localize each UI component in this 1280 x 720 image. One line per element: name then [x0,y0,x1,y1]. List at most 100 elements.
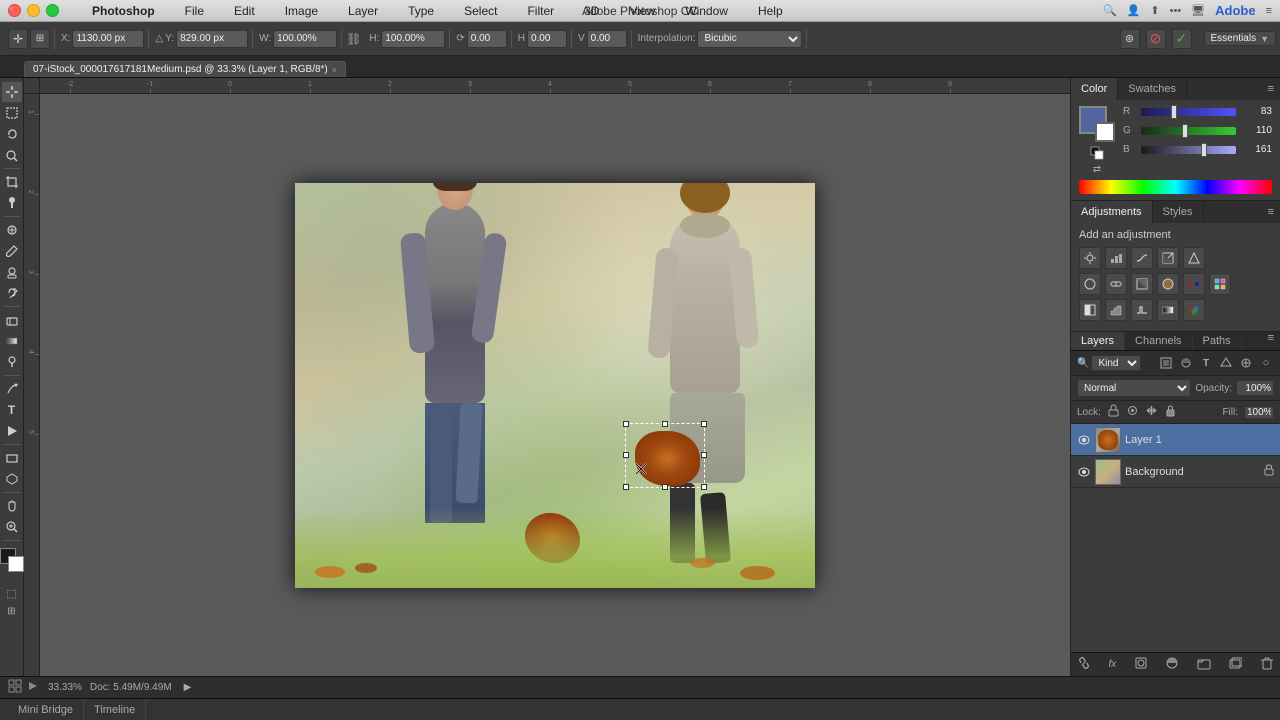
app-name[interactable]: Photoshop [84,2,163,20]
adj-levels-icon[interactable] [1105,247,1127,269]
pen-tool[interactable] [2,379,22,399]
warp-icon[interactable]: ⊛ [1120,29,1140,49]
marquee-tool[interactable] [2,103,22,123]
filter-shape-icon[interactable] [1218,355,1234,371]
menu-image[interactable]: Image [277,2,326,20]
healing-tool[interactable] [2,220,22,240]
eyedropper-tool[interactable] [2,193,22,213]
icon-search[interactable]: 🔍 [1103,4,1117,17]
path-select-tool[interactable] [2,421,22,441]
menu-3d[interactable]: 3D [576,2,607,20]
filter-adj-icon[interactable] [1178,355,1194,371]
b-slider[interactable] [1141,146,1236,154]
photo-canvas[interactable] [295,183,815,588]
filter-pixels-icon[interactable] [1158,355,1174,371]
swap-colors-icon[interactable]: ⇄ [1090,162,1104,176]
vskew-input[interactable] [587,30,627,48]
cancel-transform-icon[interactable]: ⊘ [1146,29,1166,49]
tab-layers[interactable]: Layers [1071,332,1125,350]
g-slider-thumb[interactable] [1182,124,1188,138]
adj-colllookup-icon[interactable] [1209,273,1231,295]
close-doc-icon[interactable]: × [4,2,18,16]
status-minibridge-icon[interactable] [8,679,22,696]
hand-tool[interactable] [2,496,22,516]
layer-row-background[interactable]: Background [1071,456,1280,488]
hskew-input[interactable] [527,30,567,48]
r-slider-thumb[interactable] [1171,105,1177,119]
lock-all-icon[interactable] [1164,404,1177,420]
grid-icon[interactable]: ⊞ [30,29,50,49]
tab-minibridge[interactable]: Mini Bridge [8,699,84,720]
3d-tool[interactable] [2,469,22,489]
canvas-area[interactable]: -2 -1 0 1 2 3 4 5 6 7 8 [24,78,1070,676]
commit-transform-icon[interactable]: ✓ [1172,29,1192,49]
lock-position-icon[interactable] [1145,404,1158,420]
layers-new-icon[interactable] [1228,656,1242,673]
filter-type-icon-2[interactable]: T [1198,355,1214,371]
background-color-preview[interactable] [1095,122,1115,142]
status-expand-icon[interactable]: ▶ [184,682,192,693]
layers-panel-menu-icon[interactable]: ≡ [1262,332,1280,350]
background-color[interactable] [8,556,24,572]
screen-mode-icon[interactable]: ⊞ [4,603,20,619]
angle-input[interactable] [467,30,507,48]
menu-window[interactable]: Window [677,2,736,20]
tab-styles[interactable]: Styles [1153,201,1204,223]
tab-close-icon[interactable]: × [332,65,337,75]
essentials-dropdown[interactable]: Essentials ▼ [1204,31,1277,46]
status-arrow-icon[interactable] [26,679,40,696]
minimize-button[interactable] [27,4,40,17]
maximize-button[interactable] [46,4,59,17]
adj-huesat-icon[interactable] [1079,273,1101,295]
lock-transparent-icon[interactable] [1107,404,1120,420]
move-tool[interactable] [2,82,22,102]
adj-panel-menu-icon[interactable]: ≡ [1262,206,1280,218]
filter-toggle-icon[interactable]: ○ [1258,355,1274,371]
layers-link-icon[interactable] [1077,656,1091,673]
icon-share[interactable]: ⬆ [1150,4,1159,17]
blend-mode-select[interactable]: Normal Multiply Screen Overlay Soft Ligh… [1077,379,1191,397]
lock-image-icon[interactable] [1126,404,1139,420]
reset-colors-icon[interactable] [1090,146,1104,160]
gradient-tool[interactable] [2,331,22,351]
document-tab[interactable]: 07-iStock_000017617181Medium.psd @ 33.3%… [24,61,346,77]
icon-dots[interactable]: ••• [1170,5,1182,17]
tab-swatches[interactable]: Swatches [1118,78,1187,100]
layer-1-visibility-icon[interactable] [1077,433,1091,447]
tab-channels[interactable]: Channels [1125,332,1192,350]
adj-gradientmap-icon[interactable] [1157,299,1179,321]
adj-brightness-icon[interactable] [1079,247,1101,269]
adj-photofilter-icon[interactable] [1157,273,1179,295]
layers-mask-icon[interactable] [1134,656,1148,673]
layers-filter-select[interactable]: Kind Name Effect [1091,355,1141,371]
text-tool[interactable]: T [2,400,22,420]
adj-threshold-icon[interactable] [1131,299,1153,321]
adj-invert-icon[interactable] [1079,299,1101,321]
menu-help[interactable]: Help [750,2,791,20]
history-brush-tool[interactable] [2,283,22,303]
x-input[interactable] [72,30,144,48]
b-slider-thumb[interactable] [1201,143,1207,157]
adj-channelmix-icon[interactable] [1183,273,1205,295]
h-input[interactable] [381,30,445,48]
menu-edit[interactable]: Edit [226,2,263,20]
g-slider[interactable] [1141,127,1236,135]
layers-fx-icon[interactable]: fx [1109,659,1117,670]
color-swatches[interactable] [0,548,24,578]
tab-color[interactable]: Color [1071,78,1118,100]
menu-view[interactable]: View [621,2,663,20]
icon-user[interactable]: 👤 [1127,4,1141,17]
adj-selectivecolor-icon[interactable] [1183,299,1205,321]
filter-smart-icon[interactable] [1238,355,1254,371]
eraser-tool[interactable] [2,310,22,330]
color-spectrum-bar[interactable] [1079,180,1272,194]
bg-layer-visibility-icon[interactable] [1077,465,1091,479]
r-slider[interactable] [1141,108,1236,116]
layers-adj-icon[interactable] [1165,656,1179,673]
adj-exposure-icon[interactable] [1157,247,1179,269]
layers-group-icon[interactable] [1197,656,1211,673]
opacity-input[interactable] [1236,380,1274,396]
menu-file[interactable]: File [177,2,212,20]
layer-row-1[interactable]: Layer 1 [1071,424,1280,456]
crop-tool[interactable] [2,172,22,192]
